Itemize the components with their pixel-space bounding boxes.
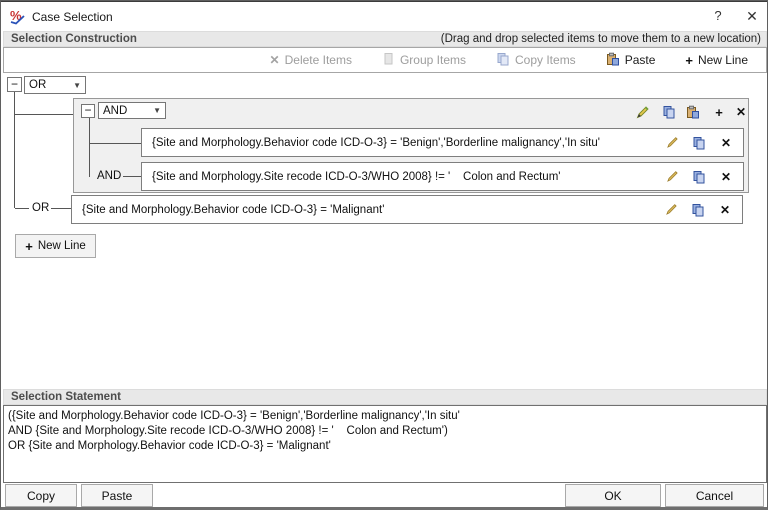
copy-items-label: Copy Items (515, 53, 576, 67)
new-line-toolbar-button[interactable]: + New Line (685, 53, 748, 68)
condition-1-text: {Site and Morphology.Behavior code ICD-O… (152, 136, 600, 149)
copy-button-footer[interactable]: Copy (5, 484, 77, 507)
root-operator-dropdown[interactable]: OR ▼ (24, 76, 86, 94)
paste-button[interactable]: Paste (606, 52, 656, 69)
group-delete-button[interactable]: ✕ (733, 104, 749, 120)
help-button[interactable]: ? (701, 2, 735, 30)
chevron-down-icon: ▼ (153, 106, 161, 115)
statement-line: AND {Site and Morphology.Site recode ICD… (8, 425, 448, 437)
statement-line: ({Site and Morphology.Behavior code ICD-… (8, 410, 460, 422)
delete-button[interactable]: ✕ (717, 202, 733, 218)
plus-icon: + (685, 52, 693, 68)
plus-icon: + (25, 238, 33, 254)
paste-clipboard-icon (687, 105, 699, 119)
delete-button[interactable]: ✕ (718, 169, 734, 185)
tree-connector-line (14, 92, 15, 208)
tree-connector-line (15, 208, 29, 209)
close-button[interactable]: ✕ (735, 2, 767, 30)
group-edit-button[interactable] (635, 104, 651, 120)
condition-3-actions: ✕ (663, 202, 742, 218)
group-add-line-button[interactable]: + (711, 104, 727, 120)
new-line-button-label: New Line (37, 240, 86, 252)
selection-statement-header: Selection Statement (3, 389, 767, 405)
condition-3-text: {Site and Morphology.Behavior code ICD-O… (82, 203, 385, 216)
pencil-icon (665, 204, 677, 215)
paste-label: Paste (624, 53, 656, 67)
copy-pages-icon (693, 170, 705, 183)
group-copy-button[interactable] (661, 104, 677, 120)
ok-button[interactable]: OK (565, 484, 661, 507)
delete-items-button[interactable]: ✕ Delete Items (270, 53, 352, 67)
group-operator-dropdown[interactable]: AND ▼ (98, 102, 166, 119)
cancel-button[interactable]: Cancel (665, 484, 764, 507)
pencil-icon (666, 137, 678, 148)
copy-pages-icon (692, 203, 704, 216)
copy-button[interactable] (691, 135, 707, 151)
copy-items-button[interactable]: Copy Items (496, 52, 576, 69)
case-selection-dialog: % Case Selection ? ✕ Selection Construct… (0, 0, 768, 510)
copy-button[interactable] (690, 202, 706, 218)
group-pages-icon (382, 52, 395, 69)
condition-2-text: {Site and Morphology.Site recode ICD-O-3… (152, 170, 561, 183)
condition-1-actions: ✕ (664, 135, 743, 151)
seerstat-percent-icon: % (9, 8, 26, 25)
condition-2-actions: ✕ (664, 169, 743, 185)
edit-button[interactable] (664, 169, 680, 185)
condition-row-3[interactable]: {Site and Morphology.Behavior code ICD-O… (71, 195, 743, 224)
edit-button[interactable] (664, 135, 680, 151)
or-connector-label: OR (32, 202, 50, 214)
construction-toolbar: ✕ Delete Items Group Items Copy Items Pa… (3, 47, 767, 73)
copy-pages-icon (663, 106, 675, 119)
copy-pages-icon (693, 136, 705, 149)
paste-button-footer[interactable]: Paste (81, 484, 153, 507)
group-items-button[interactable]: Group Items (382, 52, 466, 69)
root-operator-value: OR (29, 79, 47, 91)
group-paste-button[interactable] (685, 104, 701, 120)
paste-clipboard-icon (606, 52, 620, 69)
tree-connector-line (90, 143, 141, 144)
chevron-down-icon: ▼ (73, 80, 81, 90)
selection-statement-title: Selection Statement (11, 391, 121, 403)
condition-row-2[interactable]: {Site and Morphology.Site recode ICD-O-3… (141, 162, 744, 191)
selection-construction-title: Selection Construction (11, 33, 137, 45)
copy-button[interactable] (691, 169, 707, 185)
tree-connector-line (123, 176, 141, 177)
new-line-button[interactable]: + New Line (15, 234, 96, 258)
title-bar: % Case Selection ? ✕ (1, 1, 767, 30)
selection-construction-header: Selection Construction (Drag and drop se… (3, 31, 767, 47)
delete-items-label: Delete Items (284, 53, 352, 67)
tree-connector-line (89, 118, 90, 177)
condition-row-1[interactable]: {Site and Morphology.Behavior code ICD-O… (141, 128, 744, 157)
pencil-icon (636, 106, 649, 119)
tree-connector-line (51, 208, 71, 209)
collapse-group-button[interactable]: − (81, 104, 95, 118)
pencil-icon (666, 171, 678, 182)
window-title: Case Selection (32, 10, 113, 24)
tree-connector-line (15, 114, 73, 115)
drag-drop-hint: (Drag and drop selected items to move th… (440, 33, 761, 45)
and-connector-label: AND (97, 170, 122, 182)
delete-x-icon: ✕ (269, 53, 280, 67)
selection-statement-text[interactable]: ({Site and Morphology.Behavior code ICD-… (3, 405, 767, 483)
group-operator-value: AND (103, 104, 128, 117)
edit-button[interactable] (663, 202, 679, 218)
collapse-root-button[interactable]: − (7, 77, 22, 92)
copy-pages-icon (496, 52, 510, 69)
delete-button[interactable]: ✕ (718, 135, 734, 151)
statement-line: OR {Site and Morphology.Behavior code IC… (8, 440, 331, 452)
new-line-label: New Line (697, 53, 748, 67)
group-items-label: Group Items (399, 53, 466, 67)
